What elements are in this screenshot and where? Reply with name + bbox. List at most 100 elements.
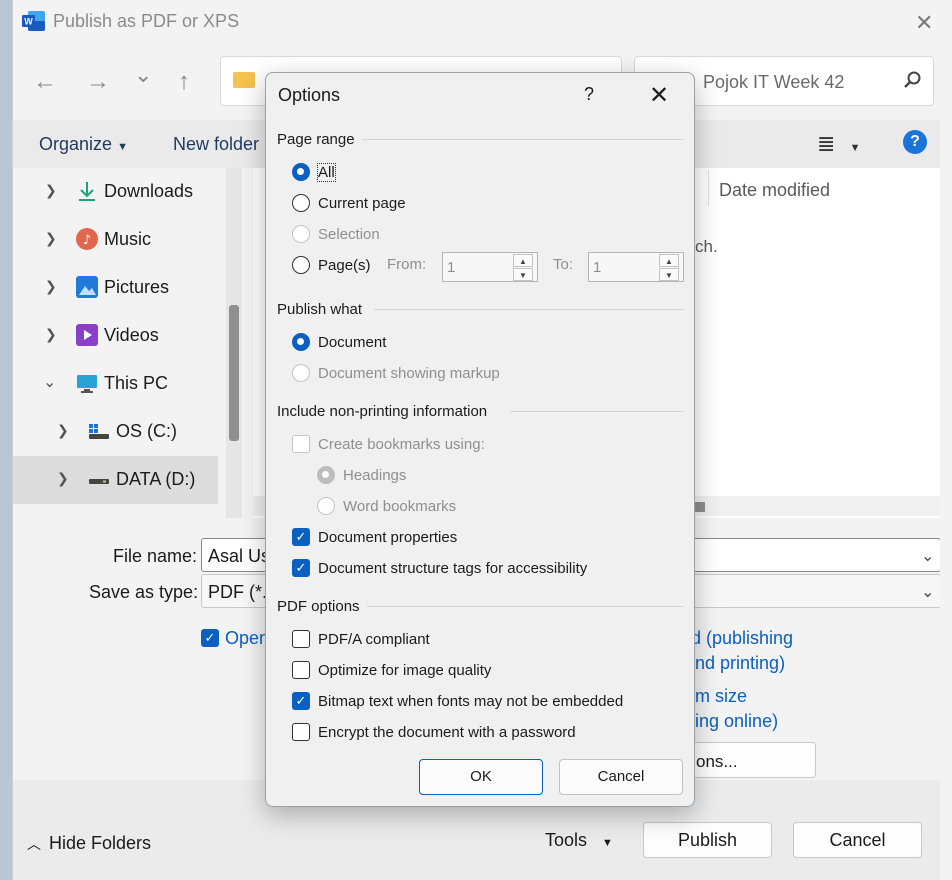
window-edge (940, 0, 952, 880)
sidebar-item-os-c[interactable]: ❯ OS (C:) (13, 408, 218, 456)
to-page-stepper: 1 ▲ ▼ (588, 252, 684, 282)
window-close-icon[interactable]: ✕ (915, 10, 933, 36)
sidebar-item-label: Videos (104, 325, 159, 345)
sidebar-item-label: Pictures (104, 277, 170, 297)
page-range-pages-radio[interactable] (292, 256, 310, 274)
navigation-pane: ❯ Downloads ❯ ♪ Music ❯ Pictures ❯ Video… (13, 168, 218, 518)
dialog-close-icon[interactable]: ✕ (649, 81, 669, 110)
expand-chevron-icon[interactable]: ❯ (57, 470, 69, 487)
expand-chevron-icon[interactable]: ❯ (45, 182, 57, 199)
optimize-image-quality-label[interactable]: Optimize for image quality (318, 662, 491, 679)
word-icon: W (22, 10, 46, 32)
non-printing-heading: Include non-printing information (277, 403, 488, 420)
bookmarks-headings-radio (317, 466, 335, 484)
sidebar-item-videos[interactable]: ❯ Videos (13, 312, 218, 360)
section-divider (510, 411, 684, 412)
page-range-all-label[interactable]: All (317, 163, 336, 182)
document-properties-label[interactable]: Document properties (318, 529, 457, 546)
back-arrow-icon[interactable]: ← (33, 68, 57, 96)
bookmarks-word-label: Word bookmarks (343, 498, 457, 515)
bitmap-text-label[interactable]: Bitmap text when fonts may not be embedd… (318, 693, 623, 710)
view-list-icon: ≣ (817, 131, 836, 156)
bookmarks-headings-label: Headings (343, 467, 407, 484)
window-title: Publish as PDF or XPS (53, 11, 240, 31)
sidebar-item-downloads[interactable]: ❯ Downloads (13, 168, 218, 216)
expand-chevron-icon[interactable]: ❯ (45, 230, 57, 247)
cancel-button[interactable]: Cancel (793, 822, 922, 858)
help-icon[interactable]: ? (903, 130, 927, 154)
tools-button[interactable]: Tools ▼ (545, 830, 613, 851)
empty-pane-message: ch. (695, 237, 718, 256)
open-after-publish-label[interactable]: Open (225, 628, 269, 649)
svg-text:♪: ♪ (83, 233, 91, 248)
view-menu-button[interactable]: ≣ ▼ (817, 131, 860, 157)
sidebar-item-music[interactable]: ❯ ♪ Music (13, 216, 218, 264)
sidebar-item-label: DATA (D:) (116, 469, 196, 489)
page-range-heading: Page range (277, 131, 355, 148)
file-name-dropdown-chevron-icon[interactable]: ⌄ (921, 546, 934, 566)
sidebar-scrollbar[interactable] (229, 305, 239, 441)
structure-tags-label[interactable]: Document structure tags for accessibilit… (318, 560, 587, 577)
organize-button[interactable]: Organize ▼ (39, 134, 128, 155)
folder-icon (233, 72, 255, 88)
options-dialog-title: Options (278, 85, 341, 105)
publish-document-radio[interactable] (292, 333, 310, 351)
search-icon[interactable] (903, 70, 923, 96)
expand-chevron-icon[interactable]: ❯ (45, 278, 57, 295)
forward-arrow-icon[interactable]: → (86, 68, 110, 96)
create-bookmarks-checkbox (292, 435, 310, 453)
sidebar-item-data-d[interactable]: ❯ DATA (D:) (13, 456, 218, 504)
sidebar-item-label: Downloads (104, 181, 194, 201)
collapse-chevron-icon[interactable]: ⌄ (43, 372, 56, 392)
column-header-date-modified[interactable]: Date modified (719, 180, 830, 201)
sidebar-item-this-pc[interactable]: ⌄ This PC (13, 360, 218, 408)
document-properties-checkbox[interactable]: ✓ (292, 528, 310, 546)
page-range-all-radio[interactable] (292, 163, 310, 181)
from-page-stepper: 1 ▲ ▼ (442, 252, 538, 282)
search-input[interactable]: Pojok IT Week 42 (703, 72, 844, 93)
expand-chevron-icon[interactable]: ❯ (45, 326, 57, 343)
svg-text:W: W (24, 17, 33, 27)
bitmap-text-checkbox[interactable]: ✓ (292, 692, 310, 710)
structure-tags-checkbox[interactable]: ✓ (292, 559, 310, 577)
publish-markup-label: Document showing markup (318, 365, 500, 382)
dialog-help-icon[interactable]: ? (584, 84, 594, 105)
expand-chevron-icon[interactable]: ❯ (57, 422, 69, 439)
pdfa-compliant-label[interactable]: PDF/A compliant (318, 631, 430, 648)
hide-folders-button[interactable]: ︿ Hide Folders (27, 833, 151, 854)
optimize-standard-sublabel[interactable]: and printing) (685, 653, 785, 674)
file-name-label: File name: (113, 546, 198, 566)
section-divider (374, 309, 684, 310)
optimize-image-quality-checkbox[interactable] (292, 661, 310, 679)
title-bar: W Publish as PDF or XPS ✕ (13, 0, 952, 44)
page-range-selection-radio (292, 225, 310, 243)
publish-what-heading: Publish what (277, 301, 363, 318)
optimize-minimum-sublabel[interactable]: hing online) (685, 711, 778, 732)
column-divider[interactable] (708, 170, 709, 206)
optimize-standard-label[interactable]: rd (publishing (685, 628, 793, 649)
section-divider (362, 139, 684, 140)
recent-locations-chevron-icon[interactable]: ⌄ (134, 62, 152, 88)
page-range-current-radio[interactable] (292, 194, 310, 212)
organize-label: Organize (39, 134, 113, 154)
pdfa-compliant-checkbox[interactable] (292, 630, 310, 648)
publish-document-label[interactable]: Document (318, 334, 386, 351)
encrypt-password-label[interactable]: Encrypt the document with a password (318, 724, 576, 741)
organize-caret-icon: ▼ (117, 141, 128, 153)
options-dialog: Options ? ✕ Page range All Current page … (265, 72, 695, 807)
page-range-current-label[interactable]: Current page (318, 195, 406, 212)
videos-icon (76, 324, 98, 346)
ok-button[interactable]: OK (419, 759, 543, 795)
dialog-cancel-button[interactable]: Cancel (559, 759, 683, 795)
stepper-up-icon: ▲ (659, 254, 679, 267)
new-folder-button[interactable]: New folder (173, 134, 259, 155)
sidebar-item-pictures[interactable]: ❯ Pictures (13, 264, 218, 312)
encrypt-password-checkbox[interactable] (292, 723, 310, 741)
save-as-type-chevron-icon[interactable]: ⌄ (921, 582, 934, 602)
publish-button[interactable]: Publish (643, 822, 772, 858)
page-range-pages-label[interactable]: Page(s) (318, 257, 371, 274)
pdf-options-heading: PDF options (277, 598, 360, 615)
to-page-value: 1 (593, 259, 602, 276)
up-arrow-icon[interactable]: ↑ (178, 68, 190, 96)
open-after-publish-checkbox[interactable]: ✓ (201, 629, 219, 647)
